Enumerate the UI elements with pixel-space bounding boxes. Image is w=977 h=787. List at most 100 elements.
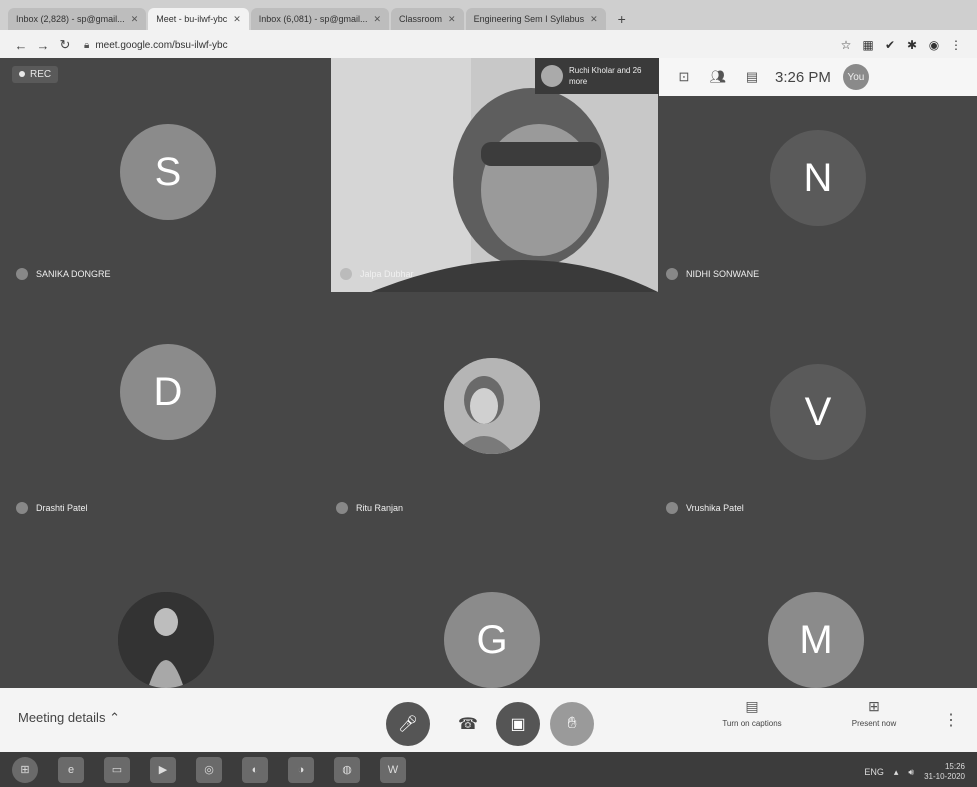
participant-name-text: Ritu Ranjan [356, 503, 404, 513]
word-icon[interactable]: W [380, 756, 406, 783]
participant-name-text: Drashti Patel [36, 503, 88, 513]
present-label: Present now [851, 719, 897, 728]
reload-icon[interactable]: ↻ [54, 37, 76, 53]
presenter-info: Ruchi Kholar and 26 more [535, 58, 659, 94]
profile-icon[interactable]: ◉ [923, 38, 945, 52]
present-now-button[interactable]: ⊞ Present now [834, 698, 914, 728]
participant-avatar: S [120, 124, 216, 220]
meeting-controls-bar: Meeting details ⌃ 🎤︎ ☎ ▣ ✋︎ ▤ Turn on cap… [0, 688, 977, 752]
tab-title: Meet - bu-ilwf-ybc [156, 14, 228, 24]
system-tray: ENG ▴ 🔊︎ 15:26 31-10-2020 [864, 762, 965, 782]
participant-name: Ritu Ranjan [336, 502, 403, 514]
user-avatar[interactable]: You [842, 64, 869, 90]
hand-icon: ✋︎ [567, 715, 577, 732]
clock[interactable]: 15:26 31-10-2020 [924, 762, 965, 782]
meeting-details-label: Meeting details [18, 710, 106, 725]
avatar-initial: N [803, 155, 833, 200]
participant-name-text: Vrushika Patel [686, 503, 744, 513]
meeting-details-button[interactable]: Meeting details ⌃ [18, 710, 120, 726]
forward-icon[interactable]: → [32, 38, 54, 53]
participant-avatar: G [444, 592, 540, 688]
app-icon[interactable]: ◍ [334, 756, 360, 783]
participant-photo [444, 358, 540, 454]
hand-raise-button[interactable]: ✋︎ [550, 702, 594, 746]
participant-name-text: Jalpa Dubhar [360, 269, 414, 279]
puzzle-icon[interactable]: ✱ [901, 38, 923, 52]
close-icon[interactable]: ✕ [373, 14, 381, 25]
start-icon[interactable]: ⊞ [12, 756, 38, 783]
check-icon[interactable]: ✔ [879, 38, 901, 52]
menu-icon[interactable]: ⋮ [945, 38, 967, 52]
captions-label: Turn on captions [722, 719, 782, 728]
people-icon[interactable]: 👥︎ [701, 69, 735, 85]
meeting-grid: REC S SANIKA DONGRE Jalpa Dubhar Ruchi K… [0, 58, 977, 688]
record-dot-icon [19, 71, 25, 78]
close-icon[interactable]: ✕ [233, 14, 241, 25]
mic-off-icon [16, 268, 28, 280]
mic-off-icon [666, 502, 678, 514]
avatar-initial: V [804, 389, 832, 434]
close-icon[interactable]: ✕ [448, 14, 456, 25]
rec-label: REC [30, 69, 52, 80]
participant-name: Jalpa Dubhar [340, 268, 414, 280]
clock-time: 15:26 [944, 762, 965, 771]
app-icon[interactable]: ◑ [288, 756, 314, 783]
tab-title: Engineering Sem I Syllabus [473, 14, 585, 24]
address-bar: ← → ↻ 🔒︎ meet.google.com/bsu-ilwf-ybc ☆ ▦… [0, 30, 977, 60]
participant-avatar: V [770, 364, 866, 460]
tab-title: Inbox (6,081) - sp@gmail... [258, 14, 368, 24]
app-icon[interactable]: ◐ [242, 756, 268, 783]
presenter-info-text: Ruchi Kholar and 26 more [569, 66, 642, 86]
tab-title: Classroom [399, 14, 443, 24]
meeting-top-bar: ⊡ 👥︎ ▤ 3:26 PM You [659, 58, 977, 96]
url-text: meet.google.com/bsu-ilwf-ybc [95, 39, 228, 51]
back-icon[interactable]: ← [10, 38, 32, 53]
browser-tab[interactable]: Classroom ✕ [391, 8, 464, 30]
folder-icon[interactable]: ▭ [104, 756, 130, 783]
mic-off-icon [666, 268, 678, 280]
participant-name: SANIKA DONGRE [16, 268, 111, 280]
avatar-initial: M [799, 617, 833, 662]
mic-off-icon [336, 502, 348, 514]
volume-icon[interactable]: 🔊︎ [908, 767, 914, 778]
network-icon[interactable]: ▴ [894, 767, 899, 778]
presenter-avatar [541, 65, 563, 87]
close-icon[interactable]: ✕ [590, 14, 598, 25]
camera-off-icon: ▣ [510, 716, 526, 733]
ie-icon[interactable]: e [58, 756, 84, 783]
layout-icon[interactable]: ⊡ [667, 69, 701, 85]
clock-date: 31-10-2020 [924, 772, 965, 781]
extension-icon[interactable]: ▦ [857, 38, 879, 52]
camera-toggle-button[interactable]: ▣ [496, 702, 540, 746]
avatar-initial: D [153, 369, 183, 414]
browser-tab[interactable]: Inbox (6,081) - sp@gmail... ✕ [250, 8, 390, 30]
participant-name: NIDHI SONWANE [666, 268, 759, 280]
mic-off-icon [16, 502, 28, 514]
url-field[interactable]: 🔒︎ meet.google.com/bsu-ilwf-ybc [84, 40, 835, 51]
leave-call-button[interactable]: ☎ [446, 702, 490, 746]
recording-badge: REC [12, 66, 59, 83]
avatar-initial: S [154, 149, 182, 194]
language-indicator[interactable]: ENG [864, 767, 884, 777]
tab-title: Inbox (2,828) - sp@gmail... [16, 14, 125, 24]
close-icon[interactable]: ✕ [131, 14, 139, 25]
browser-tab[interactable]: Inbox (2,828) - sp@gmail... ✕ [8, 8, 147, 30]
taskbar: ⊞ e ▭ ▶ ◎ ◐ ◑ ◍ W ENG ▴ 🔊︎ 15:26 31-10-20… [0, 752, 977, 787]
captions-button[interactable]: ▤ Turn on captions [712, 698, 792, 728]
star-icon[interactable]: ☆ [835, 38, 857, 52]
mic-toggle-button[interactable]: 🎤︎ [386, 702, 430, 746]
chat-icon[interactable]: ▤ [735, 69, 769, 85]
lock-icon: 🔒︎ [84, 39, 90, 51]
browser-tab[interactable]: Engineering Sem I Syllabus ✕ [465, 8, 606, 30]
participant-name-text: NIDHI SONWANE [686, 269, 760, 279]
profile-photo [444, 358, 540, 454]
media-icon[interactable]: ▶ [150, 756, 176, 783]
present-icon: ⊞ [868, 698, 880, 714]
new-tab-button[interactable]: + [612, 9, 632, 29]
chevron-up-icon: ⌃ [109, 710, 120, 725]
profile-photo [118, 592, 214, 688]
meeting-time: 3:26 PM [775, 68, 831, 86]
chrome-icon[interactable]: ◎ [196, 756, 222, 783]
browser-tab-active[interactable]: Meet - bu-ilwf-ybc ✕ [148, 8, 249, 30]
more-options-icon[interactable]: ⋮ [943, 710, 959, 730]
